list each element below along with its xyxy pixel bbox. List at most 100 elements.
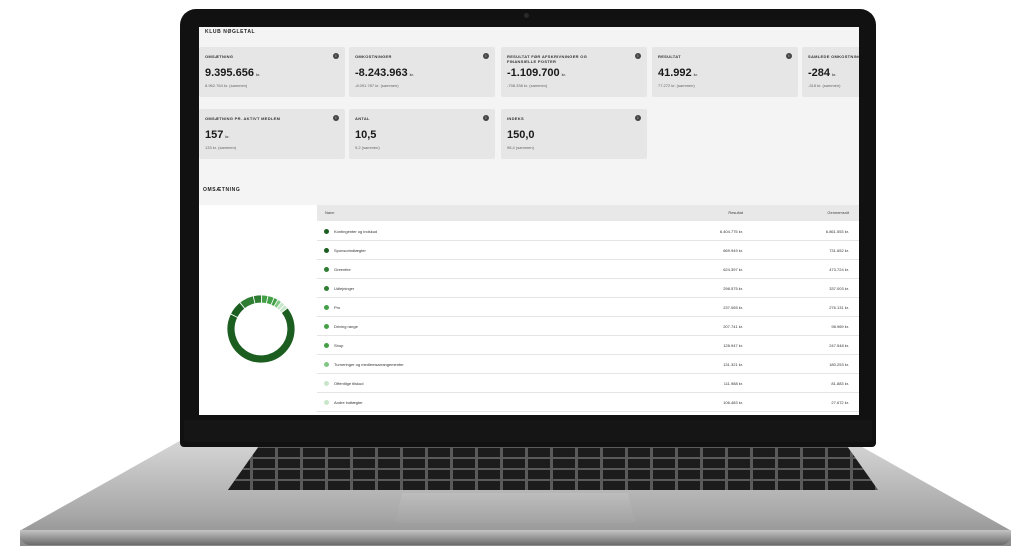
kpi-value: -8.243.963 kr.: [355, 67, 414, 79]
row-result: 106.483 kr.: [723, 400, 743, 405]
kpi-card: RESULTAT 41.992 kr. 77.272 kr. (sammen) i: [652, 47, 798, 97]
laptop-chin: [184, 420, 872, 442]
row-average: 731.652 kr.: [829, 248, 849, 253]
kpi-comparison: 133 kr. (sammen): [205, 145, 237, 150]
row-result: 624.397 kr.: [723, 267, 743, 272]
row-average: 247.548 kr.: [829, 343, 849, 348]
table-row[interactable]: Pro 237.065 kr. 276.131 kr.: [317, 298, 859, 317]
kpi-comparison: 77.272 kr. (sammen): [658, 83, 695, 88]
header-average[interactable]: Gennemsnit: [827, 210, 849, 215]
row-name: Offentlige tilskud: [334, 381, 364, 386]
row-result: 111.988 kr.: [723, 381, 743, 386]
laptop-trackpad: [395, 493, 635, 523]
info-icon[interactable]: i: [635, 53, 641, 59]
row-name: Driving range: [334, 324, 358, 329]
legend-dot: [324, 362, 329, 367]
row-name: Sponsorindtægter: [334, 248, 366, 253]
row-result: 128.947 kr.: [723, 343, 743, 348]
row-result: 669.949 kr.: [723, 248, 743, 253]
laptop-camera: [524, 13, 529, 18]
table-row[interactable]: Shop 128.947 kr. 247.548 kr.: [317, 336, 859, 355]
row-average: 180.253 kr.: [829, 362, 849, 367]
table-row[interactable]: Sponsorindtægter 669.949 kr. 731.652 kr.: [317, 241, 859, 260]
kpi-label: RESULTAT: [658, 54, 681, 59]
table-row[interactable]: Driving range 207.741 kr. 98.969 kr.: [317, 317, 859, 336]
kpi-card: OMSÆTNING PR. AKTIVT MEDLEM 157 kr. 133 kr.…: [199, 109, 345, 159]
kpi-value: 9.395.656 kr.: [205, 67, 261, 79]
legend-dot: [324, 381, 329, 386]
kpi-label: RESULTAT FØR AFSKRIVNINGER OG FINANSIELL…: [507, 54, 588, 64]
header-result[interactable]: Resultat: [728, 210, 743, 215]
kpi-comparison: 98,4 (sammen): [507, 145, 534, 150]
keyboard-rows: [228, 444, 878, 490]
row-average: 6.861.553 kr.: [825, 229, 849, 234]
row-result: 207.741 kr.: [723, 324, 743, 329]
row-average: 81.883 kr.: [831, 381, 849, 386]
kpi-comparison: 8.962.764 kr. (sammen): [205, 83, 248, 88]
row-name: Greenfee: [334, 267, 351, 272]
kpi-comparison: -798.338 kr. (sammen): [507, 83, 548, 88]
kpi-label: INDEKS: [507, 116, 524, 121]
table-row[interactable]: Offentlige tilskud 111.988 kr. 81.883 kr.: [317, 374, 859, 393]
kpi-comparison: -318 kr. (sammen): [808, 83, 841, 88]
kpi-label: ANTAL: [355, 116, 370, 121]
row-name: Shop: [334, 343, 344, 348]
legend-dot: [324, 324, 329, 329]
table-row[interactable]: Kontingenter og indskud 6.404.775 kr. 6.86…: [317, 222, 859, 241]
info-icon[interactable]: i: [483, 53, 489, 59]
kpi-value: 157 kr.: [205, 129, 230, 141]
kpi-card: OMKOSTNINGER -8.243.963 kr. -8.091.787 kr. …: [349, 47, 495, 97]
info-icon[interactable]: i: [333, 115, 339, 121]
row-name: Andre indtægter: [334, 400, 363, 405]
kpi-label: OMSÆTNING: [205, 54, 234, 59]
kpi-label: OMKOSTNINGER: [355, 54, 392, 59]
kpi-card: RESULTAT FØR AFSKRIVNINGER OG FINANSIELL…: [501, 47, 647, 97]
row-name: Turneringer og medlemsarrangementer: [334, 362, 404, 367]
row-average: 337.003 kr.: [829, 286, 849, 291]
kpi-card: SAMLEDE OMKOSTNINGER -284kr. -318 kr. (sam…: [802, 47, 859, 97]
row-result: 131.321 kr.: [723, 362, 743, 367]
kpi-value: -284 kr.: [808, 67, 837, 79]
row-name: Udlejninger: [334, 286, 355, 291]
kpi-label: SAMLEDE OMKOSTNINGER: [808, 54, 859, 59]
kpi-label: OMSÆTNING PR. AKTIVT MEDLEM: [205, 116, 281, 121]
legend-dot: [324, 400, 329, 405]
table-header: Navn Resultat Gennemsnit: [317, 205, 859, 221]
dashboard-screen: KLUB NØGLETAL OMSÆTNING 9.395.656 kr. 8.962…: [199, 27, 859, 415]
row-average: 473.724 kr.: [829, 267, 849, 272]
info-icon[interactable]: i: [786, 53, 792, 59]
row-result: 6.404.775 kr.: [719, 229, 743, 234]
info-icon[interactable]: i: [483, 115, 489, 121]
row-name: Pro: [334, 305, 341, 310]
kpi-comparison: -8.091.787 kr. (sammen): [355, 83, 399, 88]
revenue-section-title: OMSÆTNING: [203, 187, 241, 193]
table-row[interactable]: Andre indtægter 106.483 kr. 27.672 kr.: [317, 393, 859, 412]
row-average: 98.969 kr.: [831, 324, 849, 329]
legend-dot: [324, 267, 329, 272]
kpi-card: ANTAL 10,5 9,2 (sammen) i: [349, 109, 495, 159]
revenue-donut-chart: [226, 294, 296, 364]
row-result: 237.065 kr.: [723, 305, 743, 310]
kpi-card: OMSÆTNING 9.395.656 kr. 8.962.764 kr. (samm…: [199, 47, 345, 97]
legend-dot: [324, 305, 329, 310]
kpi-section-title: KLUB NØGLETAL: [205, 29, 256, 35]
laptop-base-edge: [20, 530, 1011, 545]
row-name: Kontingenter og indskud: [334, 229, 378, 234]
kpi-value: -1.109.700 kr.: [507, 67, 566, 79]
info-icon[interactable]: i: [333, 53, 339, 59]
table-row[interactable]: Turneringer og medlemsarrangementer 131.3…: [317, 355, 859, 374]
kpi-card: INDEKS 150,0 98,4 (sammen) i: [501, 109, 647, 159]
table-row[interactable]: Greenfee 624.397 kr. 473.724 kr.: [317, 260, 859, 279]
legend-dot: [324, 229, 329, 234]
row-result: 298.575 kr.: [723, 286, 743, 291]
kpi-value: 150,0: [507, 129, 535, 141]
kpi-comparison: 9,2 (sammen): [355, 145, 380, 150]
kpi-value: 41.992 kr.: [658, 67, 698, 79]
legend-dot: [324, 286, 329, 291]
header-name[interactable]: Navn: [325, 210, 334, 215]
row-average: 27.672 kr.: [831, 400, 849, 405]
table-row[interactable]: Udlejninger 298.575 kr. 337.003 kr.: [317, 279, 859, 298]
kpi-value: 10,5: [355, 129, 377, 141]
info-icon[interactable]: i: [635, 115, 641, 121]
donut-slice[interactable]: [252, 294, 263, 305]
